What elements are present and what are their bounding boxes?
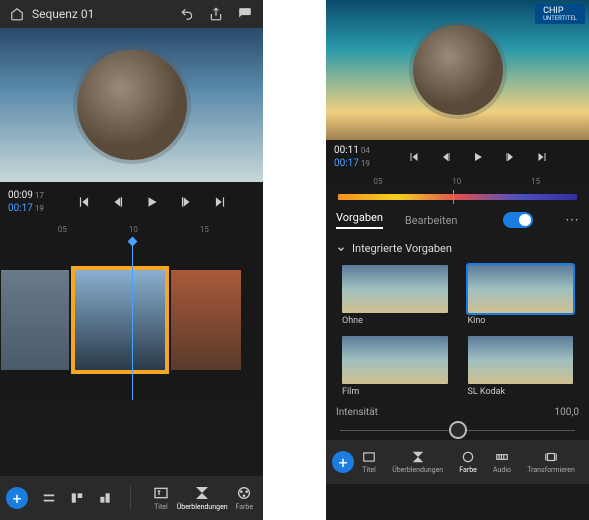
tab-presets[interactable]: Vorgaben [336,211,383,229]
panel-tabs: Vorgaben Bearbeiten ⋯ [326,204,589,236]
add-button[interactable]: + [6,487,28,509]
audio-icon [495,450,509,464]
step-forward-icon[interactable] [504,151,516,163]
preset-ohne[interactable]: Ohne [342,265,448,326]
current-time: 00:09 [8,189,33,202]
intensity-value: 100,0 [555,407,579,418]
share-icon[interactable] [209,7,223,21]
playhead[interactable] [453,190,454,204]
tab-color[interactable]: Farbe [235,485,253,511]
intensity-row: Intensität 100,0 [326,401,589,420]
intensity-slider[interactable] [340,420,575,440]
skip-start-icon[interactable] [408,151,420,163]
preset-slkodak[interactable]: SL Kodak [468,336,574,397]
transform-icon [544,450,558,464]
undo-icon[interactable] [179,7,195,21]
layout-c-icon[interactable] [98,491,112,505]
play-icon[interactable] [472,151,484,163]
more-icon[interactable]: ⋯ [565,212,579,228]
step-back-icon[interactable] [111,195,125,209]
transitions-icon [194,485,210,501]
duration-time: 00:17 [8,202,33,215]
color-timeline[interactable] [338,194,577,200]
layout-b-icon[interactable] [70,491,84,505]
title-icon [362,450,376,464]
bottom-bar: + Titel Überblendungen Farbe Audio Trans… [326,440,589,484]
skip-end-icon[interactable] [213,195,227,209]
slider-knob[interactable] [449,421,467,439]
preset-film[interactable]: Film [342,336,448,397]
section-header[interactable]: Integrierte Vorgaben [326,236,589,261]
tab-title[interactable]: Titel [153,485,169,511]
tab-transform[interactable]: Transformieren [527,450,575,474]
clip-2-selected[interactable] [71,266,169,374]
intensity-label: Intensität [336,407,378,418]
preset-kino[interactable]: Kino [468,265,574,326]
time-ruler[interactable]: 05 10 15 [326,174,589,186]
tab-audio[interactable]: Audio [493,450,511,474]
add-button[interactable]: + [332,451,354,473]
title-icon [153,485,169,501]
timecode: 00:0917 00:1719 [8,189,44,215]
preview-monitor[interactable] [0,28,263,182]
phone-left: Sequenz 01 00:0917 00:1719 05 10 15 [0,0,263,520]
sequence-title[interactable]: Sequenz 01 [32,7,94,21]
preview-monitor[interactable]: CHIP UNTERTITEL [326,0,589,140]
clip-1[interactable] [1,270,69,370]
enable-toggle[interactable] [503,212,533,228]
playhead[interactable] [132,240,133,400]
play-icon[interactable] [145,195,159,209]
color-icon [236,485,252,501]
timecode: 00:1104 00:1719 [334,144,370,170]
color-icon [461,450,475,464]
timeline[interactable] [0,240,263,400]
comment-icon[interactable] [237,7,253,21]
transport-bar: 00:1104 00:1719 [326,140,589,174]
tab-title[interactable]: Titel [362,450,376,474]
layout-a-icon[interactable] [42,491,56,505]
topbar: Sequenz 01 [0,0,263,28]
chip-badge: CHIP UNTERTITEL [535,4,585,24]
skip-end-icon[interactable] [536,151,548,163]
preview-thumb [413,25,503,115]
transport-bar: 00:0917 00:1719 [0,182,263,222]
bottom-bar: + Titel Überblendungen Farbe [0,476,263,520]
skip-start-icon[interactable] [77,195,91,209]
preset-grid: Ohne Kino Film SL Kodak [326,261,589,401]
step-forward-icon[interactable] [179,195,193,209]
chevron-down-icon [336,244,346,254]
transitions-icon [411,450,425,464]
home-icon[interactable] [10,7,24,21]
tab-color[interactable]: Farbe [459,450,477,474]
phone-right: CHIP UNTERTITEL 00:1104 00:1719 05 10 15… [326,0,589,520]
tab-edit[interactable]: Bearbeiten [405,214,458,227]
tab-transitions[interactable]: Überblendungen [392,450,443,474]
preview-thumb [77,50,187,160]
step-back-icon[interactable] [440,151,452,163]
tab-transitions[interactable]: Überblendungen [177,485,228,511]
clip-3[interactable] [171,270,241,370]
